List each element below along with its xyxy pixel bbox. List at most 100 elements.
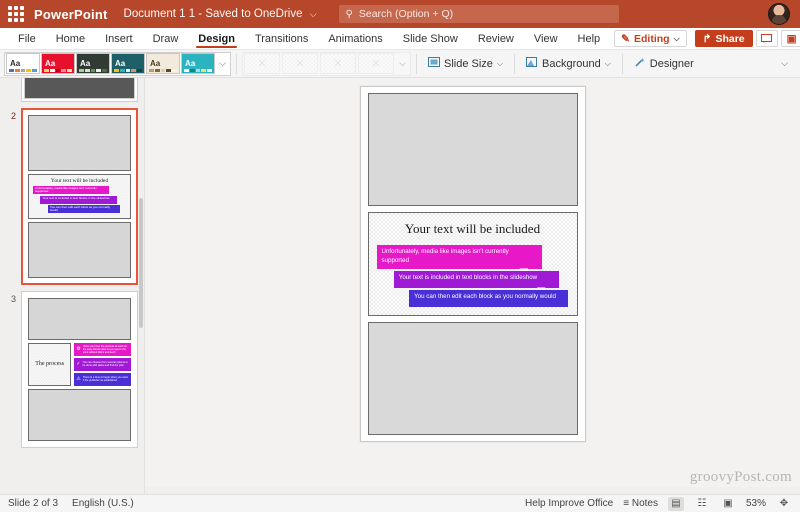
- zoom-level[interactable]: 53%: [746, 498, 766, 509]
- theme-office[interactable]: Aa: [6, 53, 40, 74]
- thumbnail-row-slide-2[interactable]: 2 Your text will be included Unfortunate…: [0, 108, 144, 285]
- waffle-dot: [19, 17, 24, 22]
- powerpoint-web-window: PowerPoint Document 1 1 - Saved to OneDr…: [0, 0, 800, 512]
- app-launcher-icon[interactable]: [8, 6, 24, 22]
- text-block-2[interactable]: Your text is included in text blocks in …: [393, 270, 559, 293]
- variant-option[interactable]: ✕: [282, 53, 318, 74]
- share-label: Share: [715, 32, 745, 45]
- background-button[interactable]: Background ⌵: [520, 53, 617, 75]
- language-indicator[interactable]: English (U.S.): [72, 498, 134, 509]
- slide-1-thumbnail[interactable]: [21, 78, 138, 102]
- slide-placeholder-top[interactable]: [367, 93, 578, 206]
- theme-cyan[interactable]: Aa: [181, 53, 215, 74]
- background-icon: [526, 56, 538, 71]
- tab-review[interactable]: Review: [468, 28, 524, 49]
- thumbnail-scrollbar[interactable]: [138, 78, 144, 494]
- tab-transitions[interactable]: Transitions: [245, 28, 318, 49]
- chevron-down-icon: ⌵: [309, 9, 317, 19]
- current-slide[interactable]: Your text will be included Unfortunately…: [359, 86, 586, 442]
- tab-insert[interactable]: Insert: [95, 28, 143, 49]
- mini-process-bubbles: ⚙ Once you have the process to work on, …: [74, 342, 131, 386]
- toolbar-divider: [621, 53, 623, 74]
- help-improve-office-link[interactable]: Help Improve Office: [525, 498, 613, 509]
- share-button[interactable]: ↱ Share: [694, 30, 753, 47]
- tab-view[interactable]: View: [524, 28, 568, 49]
- text-block-3[interactable]: You can then edit each block as you norm…: [409, 289, 569, 307]
- slide-2-thumbnail[interactable]: Your text will be included Unfortunately…: [21, 108, 138, 285]
- slide-3-preview: The process ⚙ Once you have the process …: [25, 294, 134, 444]
- slide-size-icon: [428, 57, 440, 70]
- mini-placeholder-top: [28, 297, 131, 340]
- editing-mode-button[interactable]: ✎ Editing ⌵: [614, 30, 687, 47]
- comments-button[interactable]: [755, 30, 778, 47]
- theme-dark-green[interactable]: Aa: [76, 53, 110, 74]
- mini-placeholder-bottom: [28, 221, 131, 278]
- variants-gallery-expand-icon[interactable]: ⌵: [396, 53, 409, 75]
- designer-button[interactable]: Designer: [628, 53, 700, 75]
- ribbon-tab-bar: File Home Insert Draw Design Transitions…: [0, 28, 800, 50]
- thumbnail-scrollbar-thumb[interactable]: [139, 198, 143, 328]
- tab-help[interactable]: Help: [568, 28, 611, 49]
- slide-content-block[interactable]: Your text will be included Unfortunately…: [367, 212, 578, 316]
- slide-3-thumbnail[interactable]: The process ⚙ Once you have the process …: [21, 290, 138, 448]
- view-reading-button[interactable]: ▣: [720, 497, 736, 511]
- variant-option[interactable]: ✕: [244, 53, 280, 74]
- thumbnail-row-slide-1[interactable]: [0, 78, 144, 102]
- text-block-1[interactable]: Unfortunately, media like images isn't c…: [376, 245, 542, 274]
- watermark: groovyPost.com: [689, 469, 792, 485]
- variant-option[interactable]: ✕: [320, 53, 356, 74]
- theme-aa-label: Aa: [185, 59, 196, 68]
- view-normal-button[interactable]: ▤: [667, 496, 684, 511]
- theme-red[interactable]: Aa: [41, 53, 75, 74]
- theme-aa-label: Aa: [45, 59, 56, 68]
- tab-file[interactable]: File: [8, 28, 46, 49]
- mini-bubble: ⚠ There is a time to begin when you want…: [74, 372, 131, 386]
- mini-bubble: ✓ You can choose from several options to…: [74, 357, 131, 371]
- mini-bubble: ⚙ Once you have the process to work on, …: [74, 342, 131, 356]
- search-placeholder: Search (Option + Q): [358, 8, 454, 20]
- slide-size-label: Slide Size: [444, 57, 493, 70]
- waffle-dot: [8, 17, 13, 22]
- theme-swatches: [9, 69, 37, 72]
- theme-swatches: [149, 69, 177, 72]
- tab-draw[interactable]: Draw: [143, 28, 189, 49]
- slide-counter[interactable]: Slide 2 of 3: [8, 498, 58, 509]
- tab-slide-show[interactable]: Slide Show: [393, 28, 468, 49]
- waffle-dot: [8, 11, 13, 17]
- chevron-down-icon: ⌵: [604, 58, 611, 68]
- fit-to-window-icon[interactable]: ✥: [776, 497, 792, 511]
- slide-placeholder-bottom[interactable]: [367, 321, 578, 435]
- themes-gallery: Aa Aa Aa Aa Aa Aa ⌵: [4, 51, 231, 76]
- document-title[interactable]: Document 1 1 - Saved to OneDrive ⌵: [124, 8, 317, 20]
- theme-wood[interactable]: Aa: [146, 53, 180, 74]
- tab-design[interactable]: Design: [188, 28, 245, 49]
- canvas-horizontal-scrollbar[interactable]: [145, 487, 800, 494]
- view-slide-sorter-button[interactable]: ☷: [694, 497, 710, 511]
- slide-thumbnail-pane[interactable]: 2 Your text will be included Unfortunate…: [0, 78, 145, 494]
- waffle-dot: [13, 6, 19, 11]
- mini-bubble: Your text is included in text blocks in …: [40, 195, 117, 204]
- slide-title[interactable]: Your text will be included: [377, 221, 569, 237]
- text-block-3-text: You can then edit each block as you norm…: [414, 292, 556, 300]
- ribbon-collapse-icon[interactable]: ⌵: [781, 58, 796, 69]
- share-icon: ↱: [702, 32, 712, 45]
- waffle-dot: [13, 17, 19, 22]
- status-bar-right: Help Improve Office ≡ Notes ▤ ☷ ▣ 53% ✥: [525, 496, 792, 511]
- avatar[interactable]: [768, 3, 790, 25]
- present-button[interactable]: ▣ Present ⌵: [780, 30, 800, 47]
- theme-swatches: [184, 69, 212, 72]
- themes-gallery-expand-icon[interactable]: ⌵: [216, 53, 229, 75]
- gear-icon: ⚙: [76, 346, 81, 352]
- slide-size-button[interactable]: Slide Size ⌵: [422, 53, 509, 75]
- variant-option[interactable]: ✕: [358, 53, 394, 74]
- text-block-1-text: Unfortunately, media like images isn't c…: [381, 248, 509, 264]
- notes-button[interactable]: ≡ Notes: [623, 498, 658, 509]
- tab-home[interactable]: Home: [46, 28, 95, 49]
- thumbnail-row-slide-3[interactable]: 3 The process ⚙ Once you have the proces…: [0, 290, 144, 448]
- search-input[interactable]: ⚲ Search (Option + Q): [338, 5, 619, 23]
- mini-process-row: The process ⚙ Once you have the process …: [28, 342, 131, 386]
- tab-animations[interactable]: Animations: [318, 28, 392, 49]
- notes-icon: ≡: [623, 498, 630, 509]
- mini-content-block: Your text will be included Unfortunately…: [28, 174, 131, 219]
- theme-teal[interactable]: Aa: [111, 53, 145, 74]
